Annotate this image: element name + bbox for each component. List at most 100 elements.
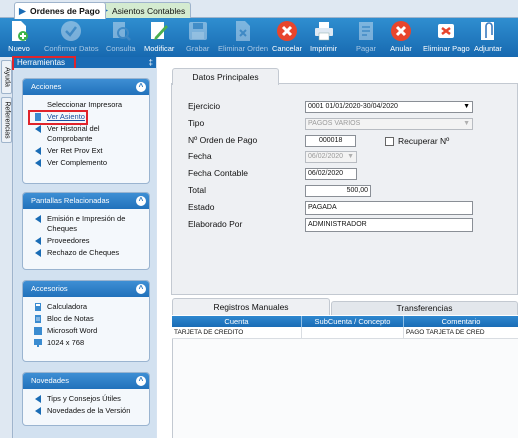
fecha-contable-label: Fecha Contable	[188, 168, 249, 178]
collapse-icon[interactable]: ^	[136, 196, 146, 206]
close-icon	[276, 20, 298, 42]
dropdown-arrow-icon: ▼	[463, 103, 470, 110]
edit-icon	[148, 20, 170, 42]
elaborado-field: ADMINISTRADOR	[305, 218, 473, 232]
tab-referencias[interactable]: Referencias	[1, 97, 12, 143]
delete-payment-icon	[435, 20, 457, 42]
tipo-label: Tipo	[188, 118, 205, 128]
collapse-icon[interactable]: ^	[136, 82, 146, 92]
notepad-icon	[35, 315, 41, 323]
table-row[interactable]: TARJETA DE CREDITO PAGO TARJETA DE CRED	[172, 327, 518, 339]
ver-ret-prov-ext-item[interactable]: Ver Ret Prov Ext	[23, 145, 149, 157]
emision-cheques-item[interactable]: Emisión e Impresión de Cheques	[23, 213, 149, 235]
group-header[interactable]: Novedades ^	[23, 373, 149, 389]
group-header[interactable]: Pantallas Relacionadas ^	[23, 193, 149, 209]
pay-icon	[355, 20, 377, 42]
novedades-group: Novedades ^ Tips y Consejos Útiles Noved…	[22, 372, 150, 426]
arrow-icon	[35, 215, 41, 223]
total-label: Total	[188, 185, 206, 195]
consulta-button[interactable]: Consulta	[106, 18, 136, 57]
document-tabs: Ordenes de Pago Asientos Contables	[0, 0, 518, 19]
arrow-icon	[35, 407, 41, 415]
calculadora-item[interactable]: Calculadora	[23, 301, 149, 313]
dropdown-arrow-icon: ▼	[463, 120, 470, 127]
main-area: Datos Principales Ejercicio 0001 01/01/2…	[157, 57, 518, 438]
novedades-version-item[interactable]: Novedades de la Versión	[23, 405, 149, 417]
rechazo-cheques-item[interactable]: Rechazo de Cheques	[23, 247, 149, 259]
cell-subcuenta	[302, 327, 404, 339]
estado-label: Estado	[188, 202, 215, 212]
cell-cuenta: TARJETA DE CREDITO	[172, 327, 302, 339]
group-header[interactable]: Accesorios ^	[23, 281, 149, 297]
pin-icon[interactable]: ‡	[149, 57, 153, 68]
ver-historial-item[interactable]: Ver Historial del Comprobante	[23, 123, 149, 145]
tips-item[interactable]: Tips y Consejos Útiles	[23, 393, 149, 405]
ejercicio-select[interactable]: 0001 01/01/2020-30/04/2020 ▼	[305, 101, 473, 113]
blank-icon	[33, 100, 43, 110]
accesorios-group: Accesorios ^ Calculadora Bloc de Notas M…	[22, 280, 150, 362]
printer-icon	[313, 20, 335, 42]
resolution-item[interactable]: 1024 x 768	[23, 337, 149, 349]
grid-body	[172, 339, 518, 438]
tab-asientos-contables[interactable]: Asientos Contables	[96, 2, 192, 18]
cell-comentario: PAGO TARJETA DE CRED	[406, 329, 485, 336]
adjuntar-button[interactable]: Adjuntar	[474, 18, 502, 57]
search-icon	[110, 20, 132, 42]
arrow-icon	[35, 147, 41, 155]
arrow-icon	[35, 237, 41, 245]
dropdown-arrow-icon: ▼	[347, 153, 354, 160]
total-input[interactable]: 500,00	[305, 185, 371, 197]
eliminar-pago-button[interactable]: Eliminar Pago	[423, 18, 470, 57]
grabar-button[interactable]: Grabar	[186, 18, 209, 57]
estado-field: PAGADA	[305, 201, 473, 215]
column-subcuenta[interactable]: SubCuenta / Concepto	[302, 316, 404, 327]
check-icon	[60, 20, 82, 42]
anular-button[interactable]: Anular	[390, 18, 412, 57]
tab-transferencias[interactable]: Transferencias	[331, 301, 518, 315]
tab-registros-manuales[interactable]: Registros Manuales	[172, 298, 330, 315]
imprimir-button[interactable]: Imprimir	[310, 18, 337, 57]
arrow-icon	[35, 249, 41, 257]
ver-complemento-item[interactable]: Ver Complemento	[23, 157, 149, 169]
tab-label: Asientos Contables	[112, 5, 186, 16]
tipo-select[interactable]: PAGOS VARIOS ▼	[305, 118, 473, 130]
nuevo-button[interactable]: Nuevo	[8, 18, 30, 57]
fecha-contable-input[interactable]: 06/02/2020	[305, 168, 357, 180]
word-icon	[34, 327, 42, 335]
ver-asiento-item[interactable]: Ver Asiento	[23, 111, 149, 123]
eliminar-orden-button[interactable]: Eliminar Orden	[218, 18, 268, 57]
orden-pago-input[interactable]: 000018	[305, 135, 356, 147]
confirmar-datos-button[interactable]: Confirmar Datos	[44, 18, 99, 57]
arrow-icon	[35, 159, 41, 167]
column-cuenta[interactable]: Cuenta	[172, 316, 302, 327]
collapse-icon[interactable]: ^	[136, 376, 146, 386]
grid-header: Cuenta SubCuenta / Concepto Comentario	[172, 316, 518, 327]
tools-panel-header: Herramientas ‡	[14, 57, 156, 68]
document-icon	[35, 113, 41, 121]
acciones-group: Acciones ^ Seleccionar Impresora Ver Asi…	[22, 78, 150, 184]
arrow-icon	[35, 125, 41, 133]
pagar-button[interactable]: Pagar	[355, 18, 377, 57]
proveedores-item[interactable]: Proveedores	[23, 235, 149, 247]
new-document-icon	[8, 20, 30, 42]
bloc-de-notas-item[interactable]: Bloc de Notas	[23, 313, 149, 325]
tab-ayuda[interactable]: Ayuda	[1, 60, 12, 94]
seleccionar-impresora-item[interactable]: Seleccionar Impresora	[23, 99, 149, 111]
calculator-icon	[35, 303, 41, 311]
fecha-input[interactable]: 06/02/2020 ▼	[305, 151, 357, 163]
group-header[interactable]: Acciones ^	[23, 79, 149, 95]
recuperar-label: Recuperar Nº	[398, 136, 450, 146]
recuperar-checkbox[interactable]	[385, 137, 394, 146]
cancel-x-icon	[390, 20, 412, 42]
column-comentario[interactable]: Comentario	[404, 316, 518, 327]
attach-icon	[477, 20, 499, 42]
tab-datos-principales[interactable]: Datos Principales	[172, 68, 279, 85]
collapse-icon[interactable]: ^	[136, 284, 146, 294]
pantallas-relacionadas-group: Pantallas Relacionadas ^ Emisión e Impre…	[22, 192, 150, 270]
cancelar-button[interactable]: Cancelar	[272, 18, 302, 57]
tab-ordenes-de-pago[interactable]: Ordenes de Pago	[14, 2, 106, 19]
toolbar: Nuevo Confirmar Datos Consulta Modificar…	[0, 18, 518, 57]
side-tabs: Ayuda Referencias	[0, 57, 13, 438]
modificar-button[interactable]: Modificar	[144, 18, 174, 57]
microsoft-word-item[interactable]: Microsoft Word	[23, 325, 149, 337]
